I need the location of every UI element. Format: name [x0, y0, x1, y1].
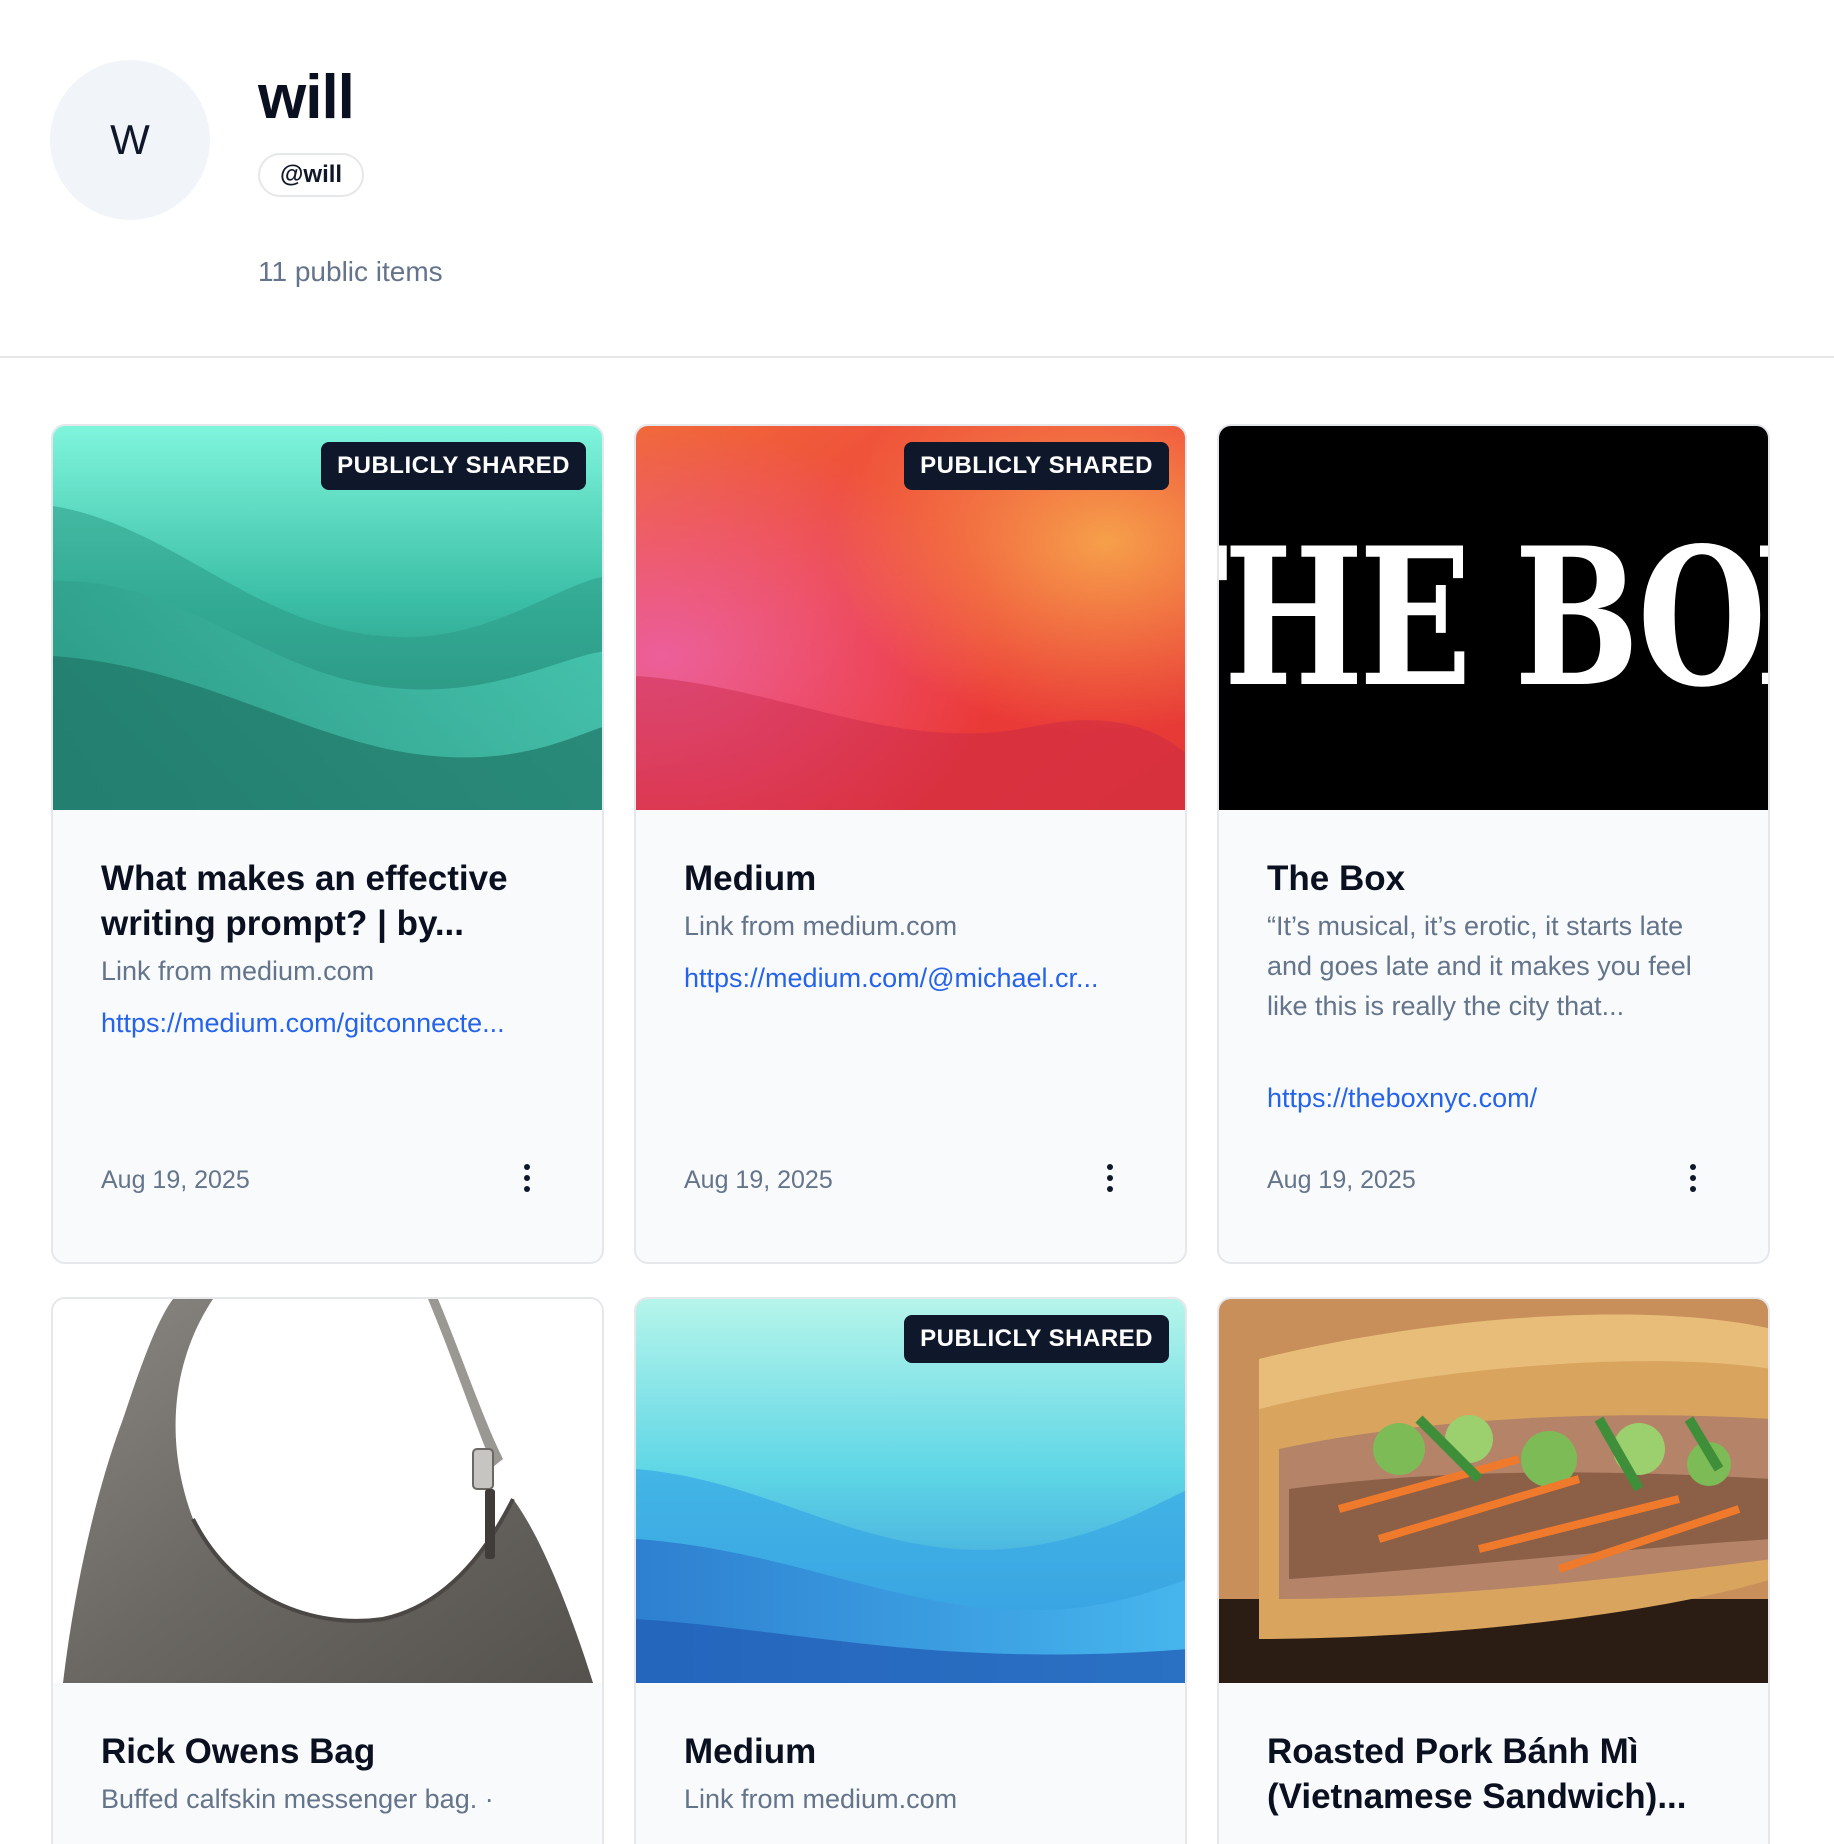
- more-vertical-icon[interactable]: [513, 1158, 541, 1198]
- card-description: Link from medium.com: [101, 956, 375, 986]
- public-item-count: 11 public items: [258, 256, 443, 287]
- card-thumbnail[interactable]: [1219, 1299, 1768, 1683]
- bag-image: [63, 1299, 593, 1683]
- card-title[interactable]: Rick Owens Bag: [101, 1729, 561, 1774]
- item-card[interactable]: PUBLICLY SHARED What makes an effective …: [51, 424, 604, 1264]
- card-title[interactable]: The Box: [1267, 856, 1727, 901]
- avatar[interactable]: W: [50, 60, 210, 220]
- more-vertical-icon[interactable]: [1096, 1158, 1124, 1198]
- card-date: Aug 19, 2025: [101, 1166, 250, 1194]
- card-date: Aug 19, 2025: [1267, 1166, 1416, 1194]
- publicly-shared-badge: PUBLICLY SHARED: [321, 442, 586, 490]
- card-link[interactable]: https://medium.com/gitconnecte...: [101, 1008, 561, 1039]
- profile-header: W will @will 11 public items: [0, 0, 1834, 358]
- card-description: Link from medium.com: [684, 1784, 958, 1814]
- card-date: Aug 19, 2025: [684, 1166, 833, 1194]
- card-thumbnail[interactable]: PUBLICLY SHARED: [636, 1299, 1185, 1683]
- publicly-shared-badge: PUBLICLY SHARED: [904, 1315, 1169, 1363]
- item-card[interactable]: THE BOX The Box “It’s musical, it’s erot…: [1217, 424, 1770, 1264]
- card-thumbnail[interactable]: THE BOX: [1219, 426, 1768, 810]
- card-title[interactable]: Medium: [684, 1729, 1144, 1774]
- item-card[interactable]: PUBLICLY SHARED Medium Link from medium.…: [634, 424, 1187, 1264]
- card-title[interactable]: What makes an effective writing prompt? …: [101, 856, 561, 946]
- card-link[interactable]: https://theboxnyc.com/: [1267, 1083, 1727, 1114]
- profile-handle[interactable]: @will: [258, 153, 365, 197]
- avatar-initial: W: [110, 116, 150, 163]
- more-vertical-icon[interactable]: [1679, 1158, 1707, 1198]
- item-card[interactable]: Rick Owens Bag Buffed calfskin messenger…: [51, 1297, 604, 1844]
- sandwich-image: [1219, 1299, 1768, 1683]
- the-box-logo: THE BOX: [1219, 506, 1768, 729]
- card-thumbnail[interactable]: [53, 1299, 602, 1683]
- profile-name: will: [258, 63, 355, 132]
- item-card[interactable]: PUBLICLY SHARED Medium Link from medium.…: [634, 1297, 1187, 1844]
- card-thumbnail[interactable]: PUBLICLY SHARED: [53, 426, 602, 810]
- publicly-shared-badge: PUBLICLY SHARED: [904, 442, 1169, 490]
- card-description: Buffed calfskin messenger bag. ·: [101, 1784, 494, 1814]
- card-title[interactable]: Medium: [684, 856, 1144, 901]
- card-title[interactable]: Roasted Pork Bánh Mì (Vietnamese Sandwic…: [1267, 1729, 1727, 1819]
- card-thumbnail[interactable]: PUBLICLY SHARED: [636, 426, 1185, 810]
- card-description: “It’s musical, it’s erotic, it starts la…: [1267, 911, 1692, 1021]
- card-description: Link from medium.com: [684, 911, 958, 941]
- item-card[interactable]: Roasted Pork Bánh Mì (Vietnamese Sandwic…: [1217, 1297, 1770, 1844]
- card-link[interactable]: https://medium.com/@michael.cr...: [684, 963, 1144, 994]
